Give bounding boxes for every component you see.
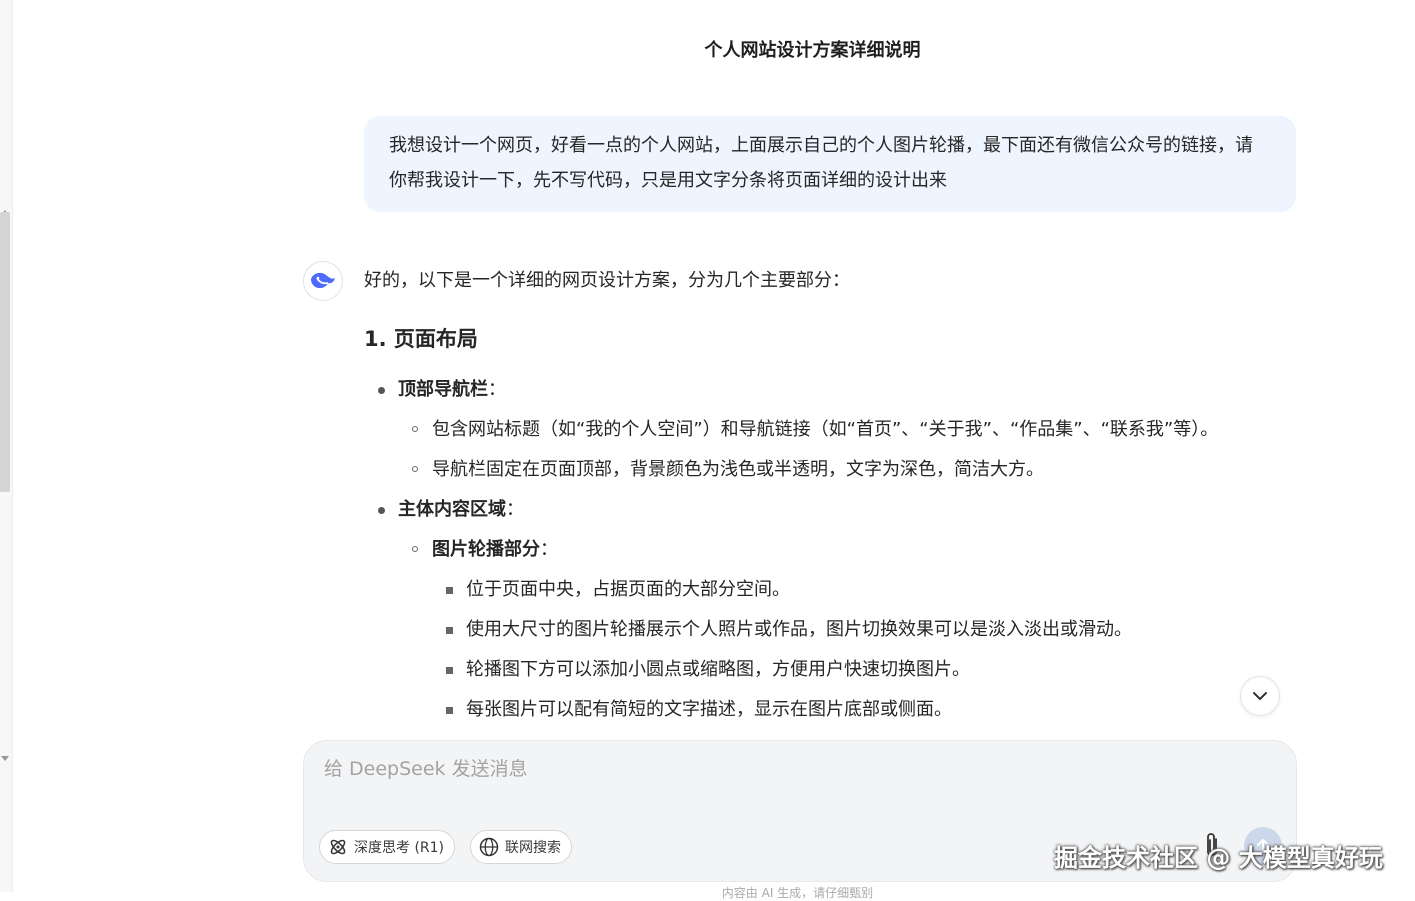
layout-list: 顶部导航栏： 包含网站标题（如“我的个人空间”）和导航链接（如“首页”、“关于我… — [364, 370, 1304, 730]
list-item-nav: 顶部导航栏： 包含网站标题（如“我的个人空间”）和导航链接（如“首页”、“关于我… — [364, 370, 1304, 490]
main-label: 主体内容区域 — [398, 499, 506, 520]
list-item-main: 主体内容区域： 图片轮播部分： 位于页面中央，占据页面的大部分空间。 使用大尺寸… — [364, 490, 1304, 730]
web-search-label: 联网搜索 — [505, 840, 561, 856]
main-sublist: 图片轮播部分： 位于页面中央，占据页面的大部分空间。 使用大尺寸的图片轮播展示个… — [398, 530, 1304, 730]
scrollbar-thumb[interactable] — [0, 212, 10, 492]
left-sidebar-edge — [0, 0, 13, 892]
nav-colon: ： — [488, 379, 506, 400]
chat-title: 个人网站设计方案详细说明 — [704, 40, 921, 61]
user-message-bubble: 我想设计一个网页，好看一点的个人网站，上面展示自己的个人图片轮播，最下面还有微信… — [364, 116, 1296, 212]
scroll-to-bottom-button[interactable] — [1240, 676, 1280, 716]
carousel-colon: ： — [540, 539, 558, 560]
scroll-down-arrow-icon[interactable] — [1, 756, 9, 761]
globe-icon — [479, 837, 499, 857]
watermark: 掘金技术社区 @ 大模型真好玩 — [1054, 844, 1383, 872]
main-colon: ： — [506, 499, 524, 520]
assistant-answer: 好的，以下是一个详细的网页设计方案，分为几个主要部分： 1. 页面布局 顶部导航… — [364, 266, 1304, 730]
list-item: 每张图片可以配有简短的文字描述，显示在图片底部或侧面。 — [432, 690, 1304, 730]
deepseek-whale-icon — [311, 272, 335, 289]
assistant-intro: 好的，以下是一个详细的网页设计方案，分为几个主要部分： — [364, 270, 850, 291]
deep-think-label: 深度思考 (R1) — [354, 840, 445, 856]
nav-label: 顶部导航栏 — [398, 379, 488, 400]
list-item-carousel: 图片轮播部分： 位于页面中央，占据页面的大部分空间。 使用大尺寸的图片轮播展示个… — [398, 530, 1304, 730]
section-heading: 1. 页面布局 — [364, 327, 478, 351]
chevron-down-icon — [1253, 692, 1267, 700]
list-item: 轮播图下方可以添加小圆点或缩略图，方便用户快速切换图片。 — [432, 650, 1304, 690]
web-search-toggle[interactable]: 联网搜索 — [470, 830, 572, 864]
ai-disclaimer: 内容由 AI 生成，请仔细甄别 — [721, 886, 874, 900]
list-item: 包含网站标题（如“我的个人空间”）和导航链接（如“首页”、“关于我”、“作品集”… — [398, 410, 1304, 450]
list-item: 导航栏固定在页面顶部，背景颜色为浅色或半透明，文字为深色，简洁大方。 — [398, 450, 1304, 490]
nav-sublist: 包含网站标题（如“我的个人空间”）和导航链接（如“首页”、“关于我”、“作品集”… — [398, 410, 1304, 490]
message-input[interactable] — [322, 757, 1266, 781]
list-item: 使用大尺寸的图片轮播展示个人照片或作品，图片切换效果可以是淡入淡出或滑动。 — [432, 610, 1304, 650]
atom-icon — [330, 839, 346, 855]
assistant-avatar — [303, 261, 343, 301]
list-item: 位于页面中央，占据页面的大部分空间。 — [432, 570, 1304, 610]
carousel-sublist: 位于页面中央，占据页面的大部分空间。 使用大尺寸的图片轮播展示个人照片或作品，图… — [432, 570, 1304, 730]
deep-think-toggle[interactable]: 深度思考 (R1) — [319, 830, 456, 864]
carousel-label: 图片轮播部分 — [432, 539, 540, 560]
